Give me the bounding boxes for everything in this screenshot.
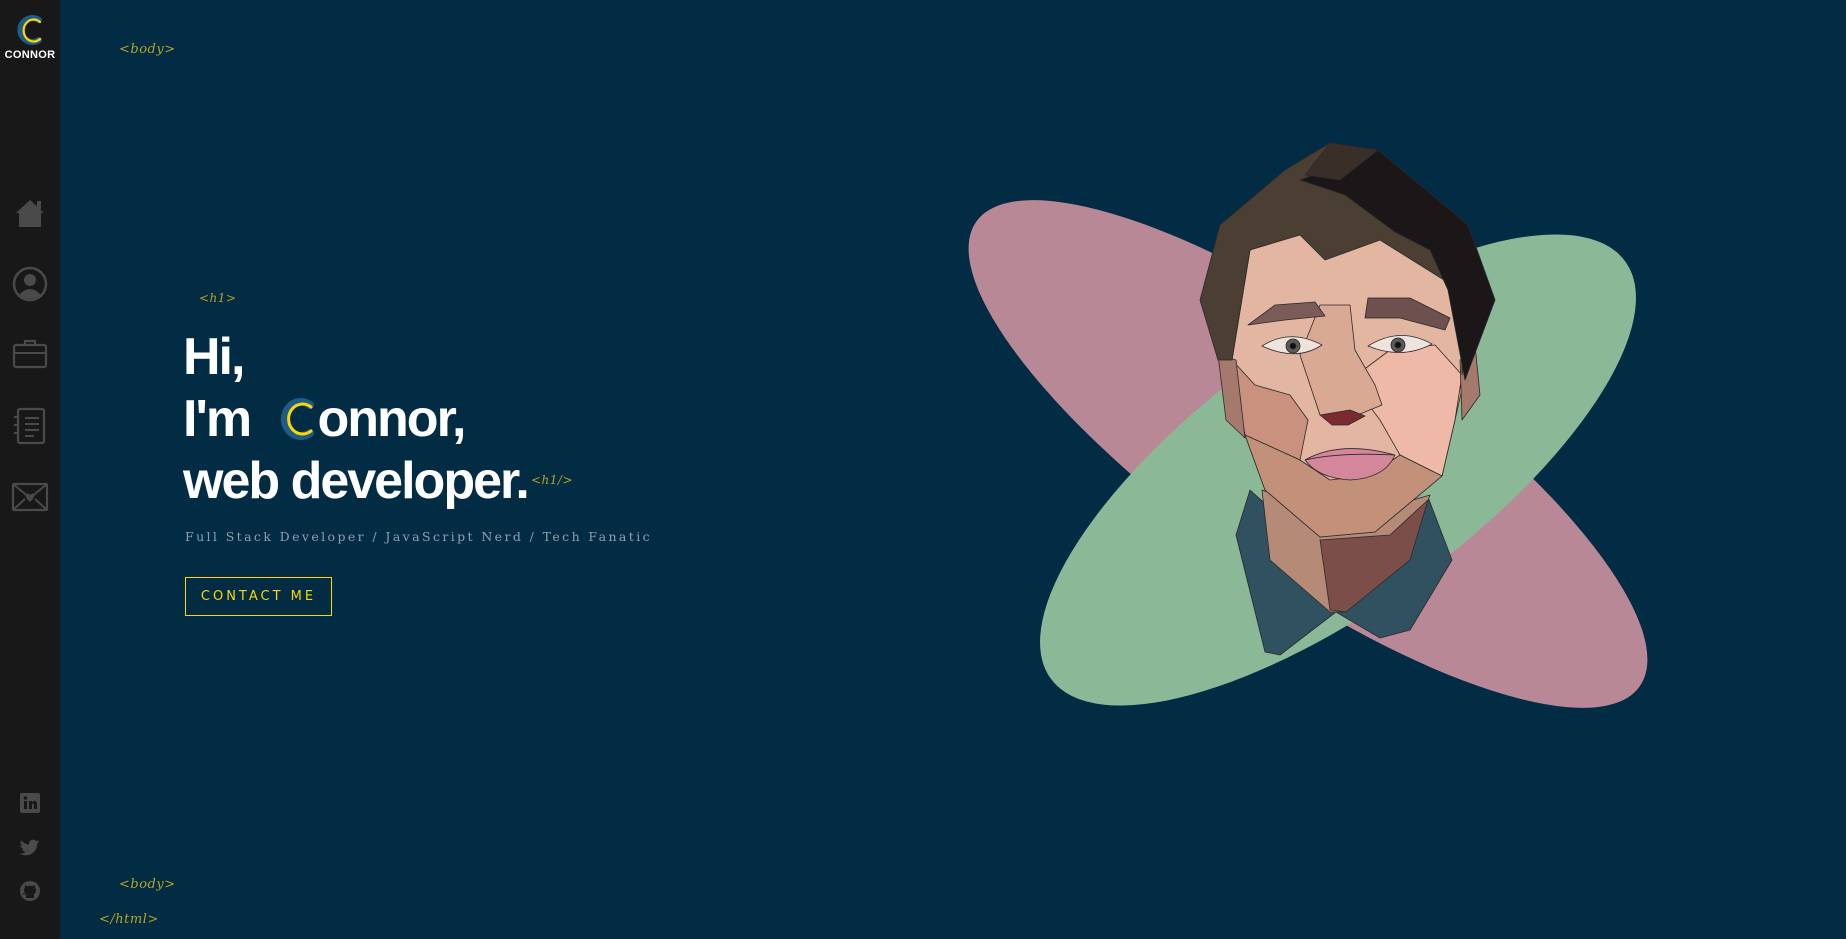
hero-line-2: I'm onnor, — [183, 390, 467, 448]
twitter-icon — [20, 839, 40, 856]
hero-line-2-rest: onnor, — [317, 390, 467, 448]
nav-skills[interactable] — [10, 406, 50, 446]
nav-contact[interactable] — [10, 477, 50, 517]
nav-about[interactable] — [10, 264, 50, 304]
page: CONNOR <body> <h1> <h1/> <body> </html> … — [0, 0, 1846, 939]
github-icon — [20, 881, 40, 901]
social-twitter[interactable] — [19, 837, 41, 859]
nav-work[interactable] — [10, 334, 50, 374]
social-linkedin[interactable] — [19, 792, 41, 814]
contact-me-button[interactable]: CONTACT ME — [185, 577, 332, 616]
nav-home[interactable] — [10, 193, 50, 233]
logo[interactable]: CONNOR — [0, 12, 60, 61]
html-close-tag: </html> — [99, 912, 159, 927]
hero-line-2-prefix: I'm — [183, 390, 252, 448]
hero-line-1: Hi, — [183, 328, 245, 386]
heart-envelope-icon — [11, 482, 49, 512]
hero-subtitle: Full Stack Developer / JavaScript Nerd /… — [185, 529, 652, 544]
linkedin-icon — [20, 793, 40, 813]
hero-logo-c-icon — [280, 398, 314, 440]
hero-line-3: web developer. — [183, 452, 530, 510]
body-close-tag: <body> — [119, 877, 176, 892]
body-open-tag: <body> — [119, 42, 176, 57]
briefcase-icon — [12, 339, 48, 369]
portrait-illustration — [968, 142, 1648, 708]
social-github[interactable] — [19, 880, 41, 902]
logo-name: CONNOR — [4, 49, 56, 61]
sidebar: CONNOR — [0, 0, 60, 939]
h1-open-tag: <h1> — [199, 291, 237, 305]
list-icon — [14, 407, 46, 445]
user-circle-icon — [12, 266, 48, 302]
logo-c-icon — [17, 15, 42, 45]
home-icon — [16, 200, 44, 227]
h1-close-tag: <h1/> — [531, 473, 574, 487]
